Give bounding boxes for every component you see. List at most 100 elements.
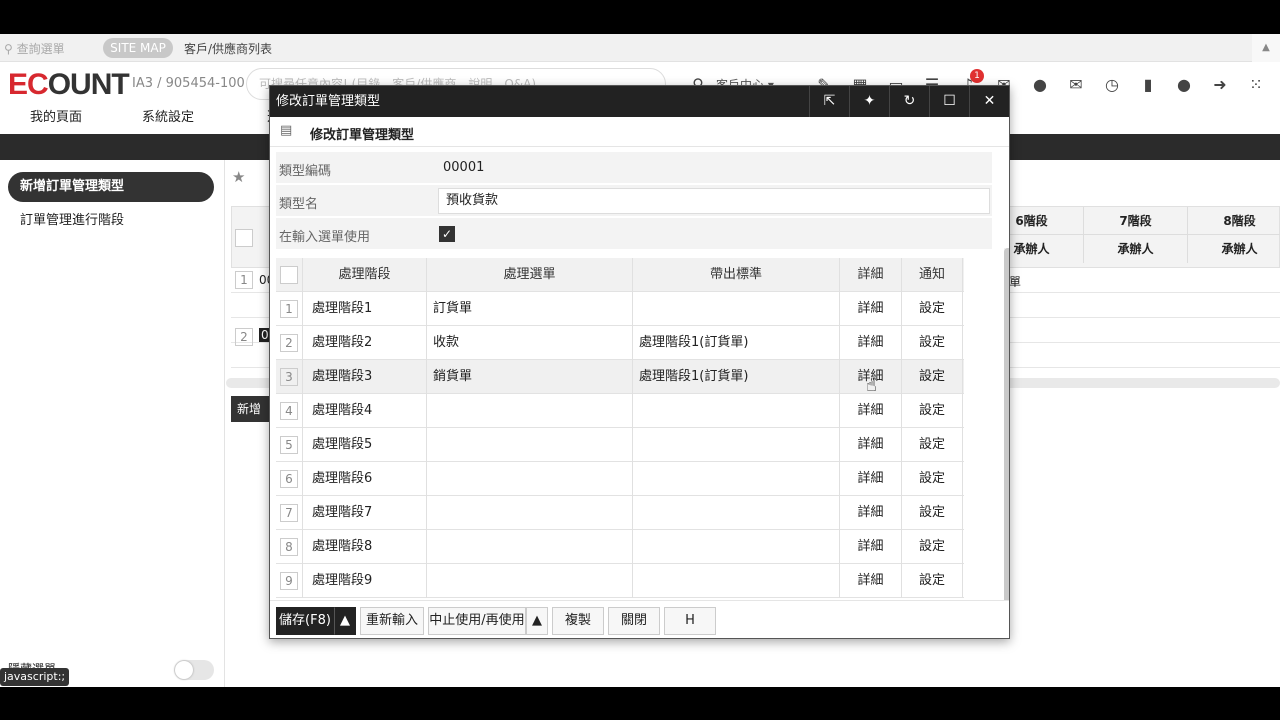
standard-cell[interactable]: [632, 496, 839, 530]
clock-icon[interactable]: ◷: [1094, 75, 1130, 94]
bookmark-icon[interactable]: ▮: [1130, 75, 1166, 94]
table-row[interactable]: 4 處理階段4 詳細 設定: [276, 394, 964, 428]
notify-settings-link[interactable]: 設定: [901, 462, 963, 496]
row-cell: 單: [1009, 275, 1022, 289]
stage-cell[interactable]: 處理階段3: [302, 360, 426, 394]
copy-button[interactable]: 複製: [552, 607, 604, 635]
table-row[interactable]: 1 處理階段1 訂貨單 詳細 設定: [276, 292, 964, 326]
row-number-cell: 9: [276, 564, 302, 598]
refresh-icon[interactable]: ↻: [889, 86, 929, 117]
table-row[interactable]: 8 處理階段8 詳細 設定: [276, 530, 964, 564]
header-notify: 通知: [901, 258, 963, 292]
menu-search[interactable]: ⚲ 查詢選單: [4, 40, 65, 57]
modal-subheader: ▤ 修改訂單管理類型: [270, 117, 1009, 147]
standard-cell[interactable]: [632, 292, 839, 326]
stage-cell[interactable]: 處理階段1: [302, 292, 426, 326]
table-row[interactable]: 3 處理階段3 銷貨單 處理階段1(訂貨單) 詳細 設定: [276, 360, 964, 394]
close-button[interactable]: 關閉: [608, 607, 660, 635]
stage-cell[interactable]: 處理階段9: [302, 564, 426, 598]
detail-link[interactable]: 詳細: [839, 462, 901, 496]
row-number: 4: [280, 402, 298, 420]
stage-cell[interactable]: 處理階段6: [302, 462, 426, 496]
table-row[interactable]: 7 處理階段7 詳細 設定: [276, 496, 964, 530]
chat-icon[interactable]: ●: [1022, 75, 1058, 94]
use-in-input-checkbox[interactable]: ✓: [439, 226, 455, 242]
stage-cell[interactable]: 處理階段2: [302, 326, 426, 360]
detail-link[interactable]: 詳細: [839, 496, 901, 530]
grid-select-all-checkbox[interactable]: [280, 266, 298, 284]
standard-cell[interactable]: [632, 462, 839, 496]
menu-cell[interactable]: [426, 530, 632, 564]
menu-system-settings[interactable]: 系統設定: [112, 108, 224, 134]
sidebar-item-new-order-type[interactable]: 新增訂單管理類型: [8, 172, 214, 202]
stage-cell[interactable]: 處理階段7: [302, 496, 426, 530]
menu-cell[interactable]: [426, 462, 632, 496]
logout-icon[interactable]: ➜: [1202, 75, 1238, 94]
stage-cell[interactable]: 處理階段4: [302, 394, 426, 428]
menu-cell[interactable]: [426, 394, 632, 428]
notify-settings-link[interactable]: 設定: [901, 292, 963, 326]
detail-link[interactable]: 詳細: [839, 564, 901, 598]
detail-link[interactable]: 詳細: [839, 326, 901, 360]
notify-settings-link[interactable]: 設定: [901, 564, 963, 598]
stage-cell[interactable]: 處理階段8: [302, 530, 426, 564]
type-name-input[interactable]: 預收貨款: [438, 188, 990, 214]
sidebar-item-order-stages[interactable]: 訂單管理進行階段: [20, 209, 124, 228]
table-row[interactable]: 6 處理階段6 詳細 設定: [276, 462, 964, 496]
notify-settings-link[interactable]: 設定: [901, 360, 963, 394]
notify-settings-link[interactable]: 設定: [901, 496, 963, 530]
save-button[interactable]: 儲存(F8): [276, 607, 334, 635]
modal-vertical-scrollbar[interactable]: [1004, 248, 1009, 638]
select-all-checkbox[interactable]: [235, 229, 253, 247]
pin-icon[interactable]: ✦: [849, 86, 889, 117]
standard-cell[interactable]: [632, 530, 839, 564]
notify-settings-link[interactable]: 設定: [901, 530, 963, 564]
standard-cell[interactable]: 處理階段1(訂貨單): [632, 360, 839, 394]
menu-cell[interactable]: [426, 496, 632, 530]
detail-link[interactable]: 詳細: [839, 428, 901, 462]
notify-settings-link[interactable]: 設定: [901, 394, 963, 428]
detail-link[interactable]: 詳細: [839, 394, 901, 428]
detail-link[interactable]: 詳細: [839, 292, 901, 326]
standard-cell[interactable]: [632, 428, 839, 462]
table-row[interactable]: 2 處理階段2 收款 處理階段1(訂貨單) 詳細 設定: [276, 326, 964, 360]
menu-my-page[interactable]: 我的頁面: [0, 108, 112, 134]
standard-cell[interactable]: [632, 394, 839, 428]
row-number: 1: [280, 300, 298, 318]
hide-menu-toggle[interactable]: [174, 660, 214, 680]
col-stage-8: 8階段 承辦人: [1187, 207, 1280, 263]
row-number-cell: 4: [276, 394, 302, 428]
menu-cell[interactable]: 訂貨單: [426, 292, 632, 326]
standard-cell[interactable]: 處理階段1(訂貨單): [632, 326, 839, 360]
h-button[interactable]: H: [664, 607, 716, 635]
scroll-up-icon[interactable]: ▲: [1252, 34, 1280, 62]
toggle-use-button[interactable]: 中止使用/再使用: [428, 607, 526, 635]
notify-settings-link[interactable]: 設定: [901, 326, 963, 360]
standard-cell[interactable]: [632, 564, 839, 598]
menu-cell[interactable]: 銷貨單: [426, 360, 632, 394]
notify-settings-link[interactable]: 設定: [901, 428, 963, 462]
table-row[interactable]: 5 處理階段5 詳細 設定: [276, 428, 964, 462]
toggle-use-caret[interactable]: ▲: [526, 607, 548, 635]
logo-rest: OUNT: [47, 68, 130, 101]
logo-ec: EC: [8, 68, 49, 101]
stage-cell[interactable]: 處理階段5: [302, 428, 426, 462]
apps-grid-icon[interactable]: ⁙: [1238, 75, 1274, 94]
menu-cell[interactable]: 收款: [426, 326, 632, 360]
mail-icon[interactable]: ✉: [1058, 75, 1094, 94]
close-icon[interactable]: ✕: [969, 86, 1009, 117]
sitemap-button[interactable]: SITE MAP: [103, 38, 173, 58]
detail-link[interactable]: 詳細: [839, 530, 901, 564]
popout-icon[interactable]: ⇱: [809, 86, 849, 117]
ecount-logo[interactable]: ECOUNT: [8, 68, 130, 102]
table-row[interactable]: 9 處理階段9 詳細 設定: [276, 564, 964, 598]
menu-cell[interactable]: [426, 428, 632, 462]
breadcrumb[interactable]: 客戶/供應商列表: [184, 40, 272, 57]
favorite-star-icon[interactable]: ★: [232, 168, 245, 186]
user-icon[interactable]: ●: [1166, 75, 1202, 94]
maximize-icon[interactable]: ☐: [929, 86, 969, 117]
scrollbar-thumb[interactable]: [1004, 248, 1009, 638]
save-options-caret[interactable]: ▲: [334, 607, 356, 635]
reenter-button[interactable]: 重新輸入: [360, 607, 424, 635]
menu-cell[interactable]: [426, 564, 632, 598]
